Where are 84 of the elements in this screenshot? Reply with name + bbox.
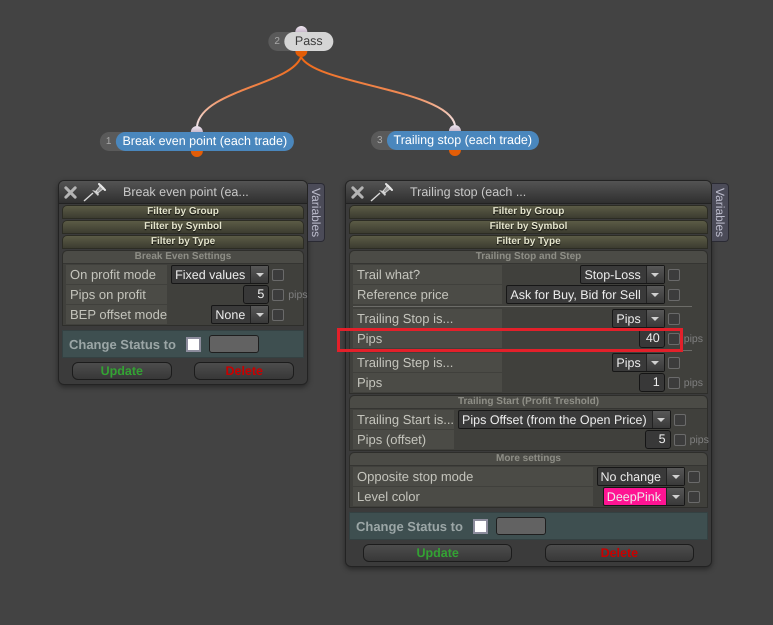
checkbox[interactable] [688,490,700,502]
input-port-icon[interactable] [295,26,307,32]
dropdown[interactable]: Fixed values [171,265,270,284]
caret-icon [652,411,670,428]
pin-icon[interactable] [370,182,394,202]
dropdown[interactable]: Pips [612,309,665,328]
dropdown[interactable]: None [211,305,270,324]
caret-icon [646,310,664,327]
input-port-icon[interactable] [449,125,461,131]
panel-title: Break even point (ea... [123,185,249,199]
unit-label: pips [690,434,710,446]
close-icon[interactable] [351,186,364,198]
field-label: BEP offset mode [66,305,168,324]
field-label: Reference price [353,285,502,304]
field-label: Level color [353,487,593,506]
caret-icon [666,468,684,485]
checkbox[interactable] [668,312,680,324]
checkbox[interactable] [272,288,284,300]
status-checkbox[interactable] [186,336,201,352]
status-color-field[interactable] [496,517,546,535]
field-label: Pips (offset) [353,430,454,449]
caret-icon [666,488,684,505]
checkbox[interactable] [668,356,680,368]
checkbox[interactable] [688,470,700,482]
filter-header[interactable]: Filter by Group [62,205,304,219]
status-color-field[interactable] [208,335,259,353]
output-port-icon[interactable] [191,151,203,157]
panel-title: Trailing stop (each ... [410,185,526,199]
status-label: Change Status to [69,336,176,352]
checkbox[interactable] [668,288,680,300]
caret-icon [646,286,664,303]
number-field[interactable]: 5 [243,285,270,304]
filter-header[interactable]: Filter by Type [349,235,708,249]
dropdown[interactable]: No change [596,467,685,486]
caret-icon [250,266,268,283]
unit-label: pips [684,332,704,344]
dropdown[interactable]: Stop-Loss [580,265,665,284]
flow-node[interactable]: 1 Break even point (each trade) [100,132,294,151]
field-label: Trailing Start is... [353,410,454,429]
dropdown[interactable]: Ask for Buy, Bid for Sell [506,285,665,304]
checkbox[interactable] [668,332,680,344]
caret-icon [646,266,664,283]
output-port-icon[interactable] [295,51,307,57]
caret-icon [250,306,268,323]
checkbox[interactable] [668,268,680,280]
field-label: On profit mode [66,265,168,284]
pin-icon[interactable] [83,182,107,202]
variables-tab[interactable]: Variables [308,183,325,242]
checkbox[interactable] [272,308,284,320]
flow-node[interactable]: 2 Pass [268,32,334,51]
field-label: Trail what? [353,265,502,284]
field-label: Pips [353,373,502,392]
field-label: Pips on profit [66,285,168,304]
checkbox[interactable] [674,434,686,446]
node-label: Pass [284,32,334,51]
dropdown[interactable]: Pips [612,353,665,372]
unit-label: pips [288,288,309,300]
variables-tab[interactable]: Variables [712,183,729,242]
filter-header[interactable]: Filter by Symbol [62,220,304,234]
number-field[interactable]: 5 [644,430,671,449]
output-port-icon[interactable] [449,150,461,156]
checkbox[interactable] [668,376,680,388]
status-checkbox[interactable] [472,518,488,534]
input-port-icon[interactable] [191,126,203,132]
field-label: Opposite stop mode [353,467,593,486]
unit-label: pips [684,376,704,388]
status-label: Change Status to [356,518,463,534]
number-field[interactable]: 1 [638,373,665,392]
node-label: Break even point (each trade) [115,132,294,151]
filter-header[interactable]: Filter by Symbol [349,220,708,234]
close-icon[interactable] [64,186,77,198]
node-number: 3 [376,135,383,146]
checkbox[interactable] [272,268,284,280]
filter-header[interactable]: Filter by Type [62,235,304,249]
field-label: Trailing Step is... [353,353,502,372]
node-label: Trailing stop (each trade) [386,131,540,150]
caret-icon [646,354,664,371]
checkbox[interactable] [674,414,686,426]
filter-header[interactable]: Filter by Group [349,205,708,219]
flow-node[interactable]: 3 Trailing stop (each trade) [370,131,540,150]
dropdown[interactable]: Pips Offset (from the Open Price) [458,410,671,429]
node-number: 2 [274,36,280,47]
node-number: 1 [106,136,112,147]
field-label: Trailing Stop is... [353,309,502,328]
